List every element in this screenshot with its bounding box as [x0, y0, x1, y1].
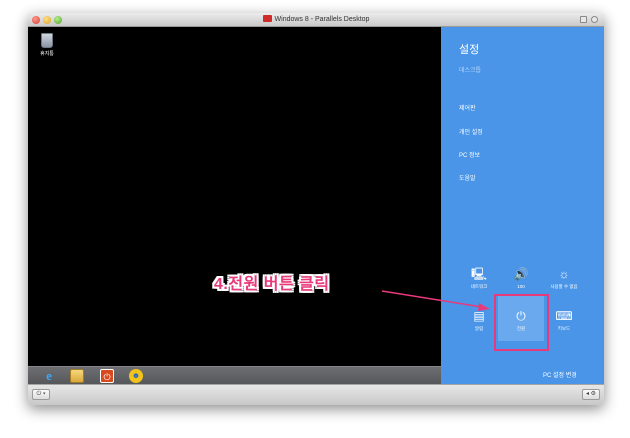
- pc-settings-link[interactable]: PC 설정 변경: [543, 370, 577, 379]
- messenger-icon[interactable]: ☻: [129, 369, 143, 383]
- recycle-bin-icon: [41, 33, 53, 48]
- charm-item-control-panel[interactable]: 제어판: [459, 103, 476, 112]
- instruction-annotation: 4.전원 버튼 클릭: [214, 276, 330, 293]
- power-highlight-box: [494, 294, 549, 351]
- network-icon: 🖳: [470, 267, 487, 281]
- office-icon[interactable]: ⏻: [100, 369, 114, 383]
- recycle-bin-label: 휴지통: [40, 51, 54, 57]
- titlebar-controls: [580, 15, 600, 25]
- devices-menu-button[interactable]: ◂ ⚙: [582, 389, 600, 400]
- charm-item-personalization[interactable]: 개인 설정: [459, 127, 483, 136]
- window-titlebar: Windows 8 - Parallels Desktop: [28, 13, 604, 27]
- parallels-statusbar: ⏻ ▾ ◂ ⚙: [28, 384, 604, 405]
- charm-item-help[interactable]: 도움말: [459, 173, 476, 182]
- brightness-label: 사용할 수 없음: [550, 284, 578, 289]
- coherence-icon[interactable]: [580, 16, 587, 23]
- volume-button[interactable]: 🔊 100: [498, 267, 544, 289]
- recycle-bin[interactable]: 휴지통: [37, 33, 57, 57]
- volume-icon: 🔊: [513, 267, 529, 281]
- charm-subtitle: 데스크톱: [459, 68, 482, 74]
- parallels-icon: [262, 15, 272, 22]
- volume-label: 100: [517, 284, 525, 289]
- power-menu-button[interactable]: ⏻ ▾: [32, 389, 50, 400]
- charm-item-pc-info[interactable]: PC 정보: [459, 150, 480, 159]
- window-title: Windows 8 - Parallels Desktop: [28, 14, 604, 26]
- windows-desktop: 휴지통: [28, 27, 441, 384]
- file-explorer-icon[interactable]: [70, 369, 84, 383]
- network-label: 네트워크: [470, 284, 488, 289]
- fullscreen-icon[interactable]: [591, 16, 598, 23]
- brightness-icon: ☼: [558, 267, 570, 281]
- window-title-text: Windows 8 - Parallels Desktop: [274, 16, 370, 23]
- charm-title: 설정: [459, 44, 480, 56]
- network-button[interactable]: 🖳 네트워크: [456, 267, 502, 290]
- ie-icon[interactable]: e: [42, 369, 56, 383]
- windows-taskbar: e ⏻ ☻: [28, 366, 441, 384]
- brightness-button[interactable]: ☼ 사용할 수 없음: [541, 267, 587, 290]
